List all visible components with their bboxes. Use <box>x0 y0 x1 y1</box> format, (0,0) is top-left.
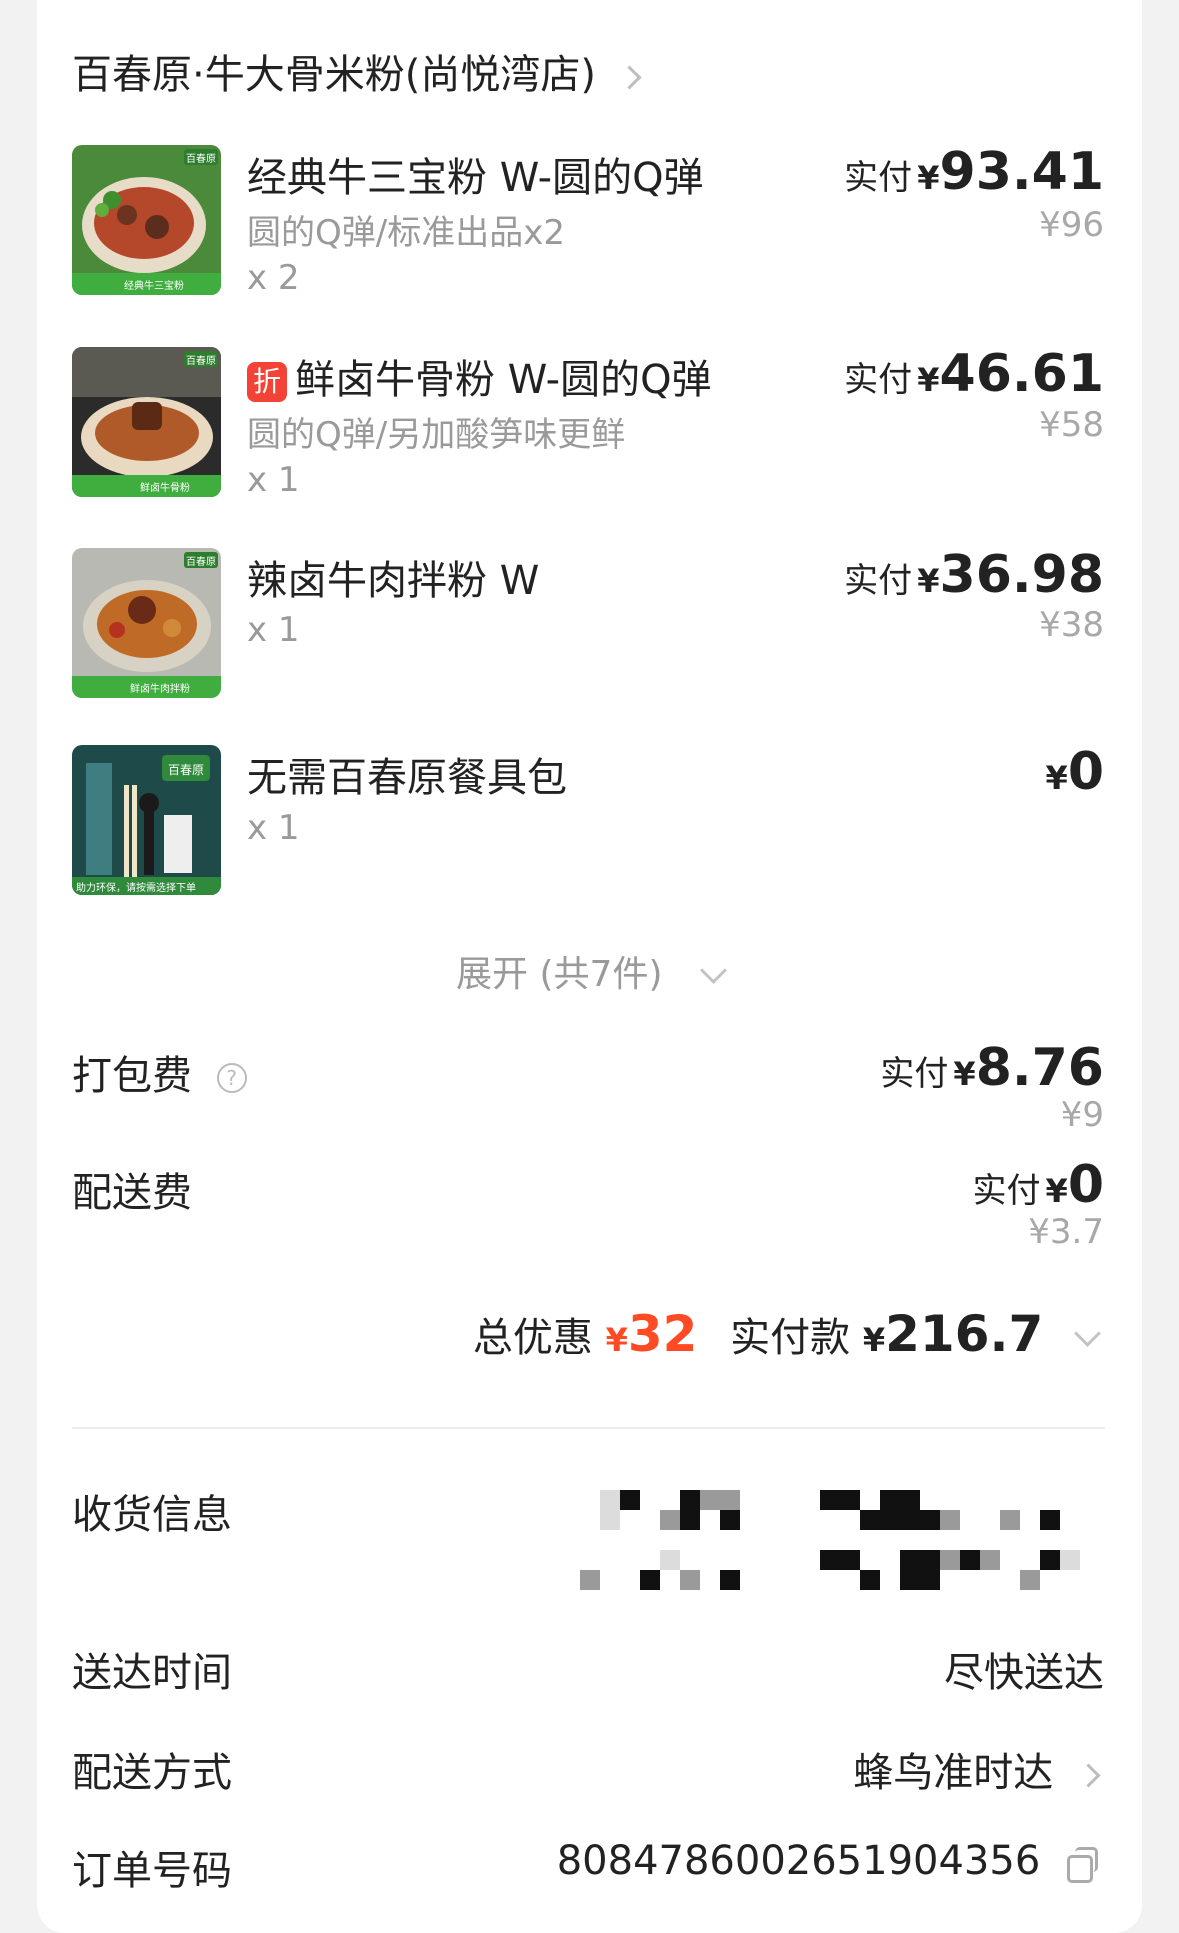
item-qty: x 1 <box>247 808 300 848</box>
order-total[interactable]: 总优惠 ¥32 实付款 ¥216.7 <box>472 1305 1101 1363</box>
store-name: 百春原·牛大骨米粉(尚悦湾店) <box>72 52 596 98</box>
item-pay: 实付 ¥93.41 <box>844 142 1104 202</box>
expand-label: 展开 (共7件) <box>456 954 663 995</box>
discount-currency: ¥ <box>605 1321 628 1359</box>
item-pay: ¥0 <box>1046 742 1104 802</box>
packing-fee-pay: 实付 ¥8.76 <box>880 1038 1104 1098</box>
item-pay: 实付 ¥46.61 <box>844 344 1104 404</box>
question-icon[interactable]: ? <box>216 1063 247 1093</box>
delivery-fee-label: 配送费 <box>72 1170 192 1216</box>
divider <box>72 1427 1105 1429</box>
original-price: ¥38 <box>1039 605 1104 645</box>
packing-fee-label: 打包费 <box>72 1053 192 1099</box>
pay-amount: 0 <box>1067 742 1104 802</box>
paid-label: 实付款 <box>730 1315 851 1361</box>
chevron-right-icon <box>1076 1762 1101 1788</box>
order-number-label: 订单号码 <box>72 1848 232 1894</box>
item-name-text: 鲜卤牛骨粉 W-圆的Q弹 <box>295 357 712 403</box>
pay-label: 实付 <box>844 360 913 400</box>
currency-symbol: ¥ <box>953 1055 976 1093</box>
pay-label: 实付 <box>880 1054 949 1094</box>
currency-symbol: ¥ <box>917 159 940 197</box>
original-price: ¥96 <box>1039 205 1104 245</box>
pay-amount: 0 <box>1067 1155 1104 1215</box>
item-qty: x 1 <box>247 460 300 500</box>
item-spec: 圆的Q弹/另加酸笋味更鲜 <box>247 415 626 455</box>
thumb-brand: 百春原 <box>186 356 216 367</box>
order-number-text: 8084786002651904356 <box>556 1838 1041 1884</box>
item-thumbnail[interactable]: 助力环保，请按需选择下单 百春原 <box>72 745 221 895</box>
item-name: 经典牛三宝粉 W-圆的Q弹 <box>247 155 704 201</box>
original-price: ¥58 <box>1039 405 1104 445</box>
item-name: 辣卤牛肉拌粉 W <box>247 558 540 604</box>
thumb-brand: 百春原 <box>168 763 205 777</box>
pay-amount: 93.41 <box>939 142 1104 202</box>
chevron-down-icon <box>700 957 727 984</box>
delivery-method-text: 蜂鸟准时达 <box>853 1750 1054 1796</box>
order-number-value: 8084786002651904356 <box>556 1838 1098 1884</box>
packing-fee-original: ¥9 <box>1060 1095 1104 1135</box>
item-pay: 实付 ¥36.98 <box>844 545 1104 605</box>
currency-symbol: ¥ <box>1045 1172 1068 1210</box>
chevron-down-icon <box>1074 1320 1101 1347</box>
item-qty: x 1 <box>247 610 300 650</box>
thumb-caption: 鲜卤牛骨粉 <box>140 483 190 494</box>
expand-button[interactable]: 展开 (共7件) <box>0 945 1179 997</box>
receiver-label: 收货信息 <box>72 1492 232 1538</box>
packing-fee-row: 打包费 ? <box>72 1043 247 1101</box>
discount-label: 总优惠 <box>472 1315 593 1361</box>
currency-symbol: ¥ <box>917 562 940 600</box>
thumb-brand: 百春原 <box>186 154 216 165</box>
currency-symbol: ¥ <box>1045 759 1068 797</box>
delivery-fee-original: ¥3.7 <box>1028 1212 1104 1252</box>
thumb-caption: 鲜卤牛肉拌粉 <box>130 684 190 695</box>
thumb-caption: 助力环保，请按需选择下单 <box>76 883 196 894</box>
delivery-method-label: 配送方式 <box>72 1750 232 1796</box>
item-name: 无需百春原餐具包 <box>247 755 567 801</box>
paid-amount: 216.7 <box>885 1305 1044 1363</box>
pay-label: 实付 <box>844 158 913 198</box>
currency-symbol: ¥ <box>917 361 940 399</box>
item-thumbnail[interactable]: 鲜卤牛肉拌粉 百春原 <box>72 548 221 698</box>
copy-icon[interactable] <box>1067 1847 1098 1883</box>
delivery-method-value[interactable]: 蜂鸟准时达 <box>853 1740 1101 1798</box>
thumb-caption: 经典牛三宝粉 <box>124 281 184 292</box>
discount-badge: 折 <box>247 362 287 402</box>
pay-amount: 46.61 <box>939 344 1104 404</box>
pay-label: 实付 <box>844 561 913 601</box>
receiver-info-redacted <box>580 1490 1100 1590</box>
item-name: 折鲜卤牛骨粉 W-圆的Q弹 <box>247 347 712 405</box>
item-spec: 圆的Q弹/标准出品x2 <box>247 213 565 253</box>
pay-amount: 36.98 <box>939 545 1104 605</box>
pay-amount: 8.76 <box>975 1038 1104 1098</box>
thumb-brand: 百春原 <box>186 557 216 568</box>
item-thumbnail[interactable]: 鲜卤牛骨粉 百春原 <box>72 347 221 497</box>
delivery-time-value: 尽快送达 <box>944 1650 1104 1696</box>
pay-label: 实付 <box>972 1171 1041 1211</box>
paid-currency: ¥ <box>862 1321 886 1359</box>
delivery-time-label: 送达时间 <box>72 1650 232 1696</box>
item-qty: x 2 <box>247 258 300 298</box>
delivery-fee-pay: 实付 ¥0 <box>972 1155 1104 1215</box>
discount-amount: 32 <box>627 1305 698 1363</box>
item-thumbnail[interactable]: 经典牛三宝粉 百春原 <box>72 145 221 295</box>
store-header[interactable]: 百春原·牛大骨米粉(尚悦湾店) <box>72 42 642 100</box>
chevron-right-icon <box>617 64 642 90</box>
